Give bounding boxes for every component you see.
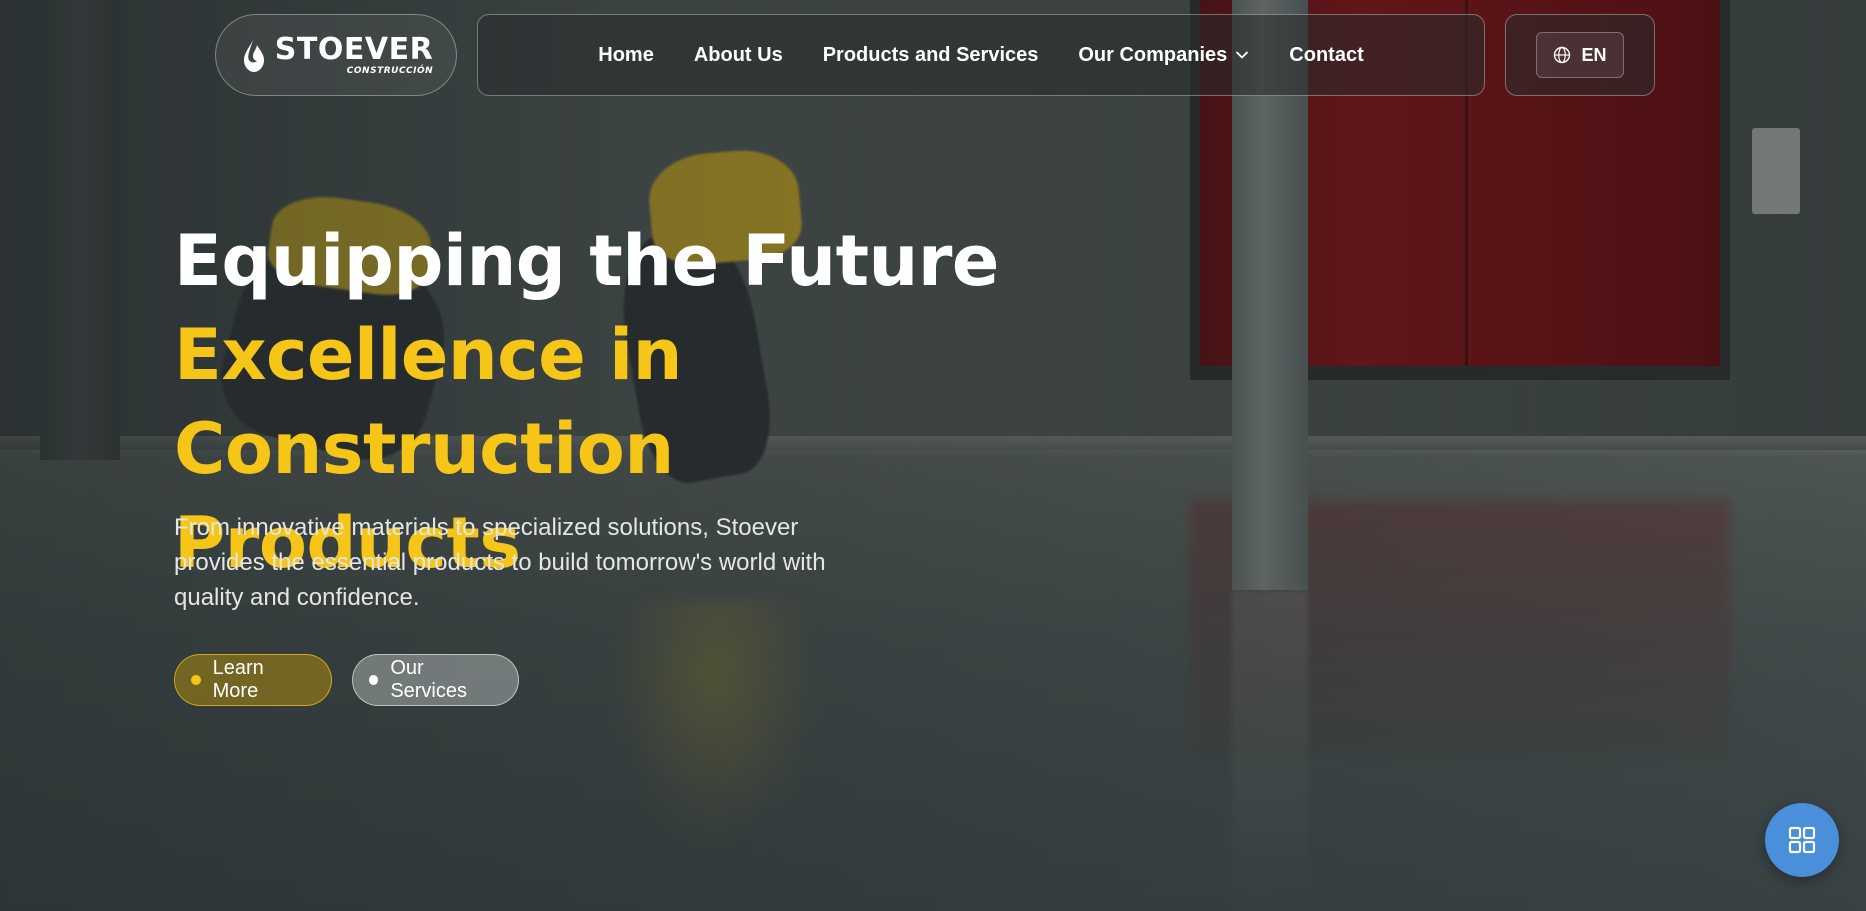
nav-item-products-and-services[interactable]: Products and Services bbox=[823, 44, 1039, 67]
chevron-down-icon bbox=[1236, 51, 1249, 59]
language-button[interactable]: EN bbox=[1536, 32, 1624, 78]
learn-more-button[interactable]: Learn More bbox=[174, 654, 332, 706]
nav-item-label: Home bbox=[598, 43, 654, 66]
language-label: EN bbox=[1581, 44, 1607, 65]
nav-item-about-us[interactable]: About Us bbox=[694, 44, 783, 67]
nav-item-label: Our Companies bbox=[1078, 43, 1228, 66]
brand-name: STOEVER bbox=[274, 31, 434, 67]
hero-title-line: Equipping the Future bbox=[174, 220, 999, 302]
brand-subtitle: CONSTRUCCIÓN bbox=[346, 65, 434, 76]
grid-icon bbox=[1788, 826, 1816, 854]
dot-icon bbox=[191, 675, 201, 685]
hero-title-highlight: Excellence in Construction bbox=[174, 314, 682, 490]
nav-item-label: About Us bbox=[693, 43, 783, 66]
floating-menu-button[interactable] bbox=[1765, 803, 1839, 877]
language-switcher-container: EN bbox=[1505, 14, 1655, 96]
nav-item-our-companies[interactable]: Our Companies bbox=[1078, 44, 1249, 67]
globe-icon bbox=[1554, 46, 1571, 64]
our-services-button[interactable]: Our Services bbox=[352, 654, 519, 706]
drop-icon bbox=[243, 38, 264, 72]
dot-icon bbox=[369, 675, 379, 685]
logo-text: STOEVER CONSTRUCCIÓN bbox=[274, 31, 434, 76]
nav-item-home[interactable]: Home bbox=[598, 44, 654, 67]
hero-description: From innovative materials to specialized… bbox=[174, 514, 826, 611]
our-services-label: Our Services bbox=[390, 657, 468, 702]
logo[interactable]: STOEVER CONSTRUCCIÓN bbox=[215, 14, 457, 96]
main-nav: Home About Us Products and Services Our … bbox=[477, 14, 1485, 96]
learn-more-label: Learn More bbox=[212, 657, 264, 702]
nav-item-contact[interactable]: Contact bbox=[1289, 44, 1363, 67]
nav-item-label: Products and Services bbox=[822, 43, 1039, 66]
nav-item-label: Contact bbox=[1289, 43, 1364, 66]
